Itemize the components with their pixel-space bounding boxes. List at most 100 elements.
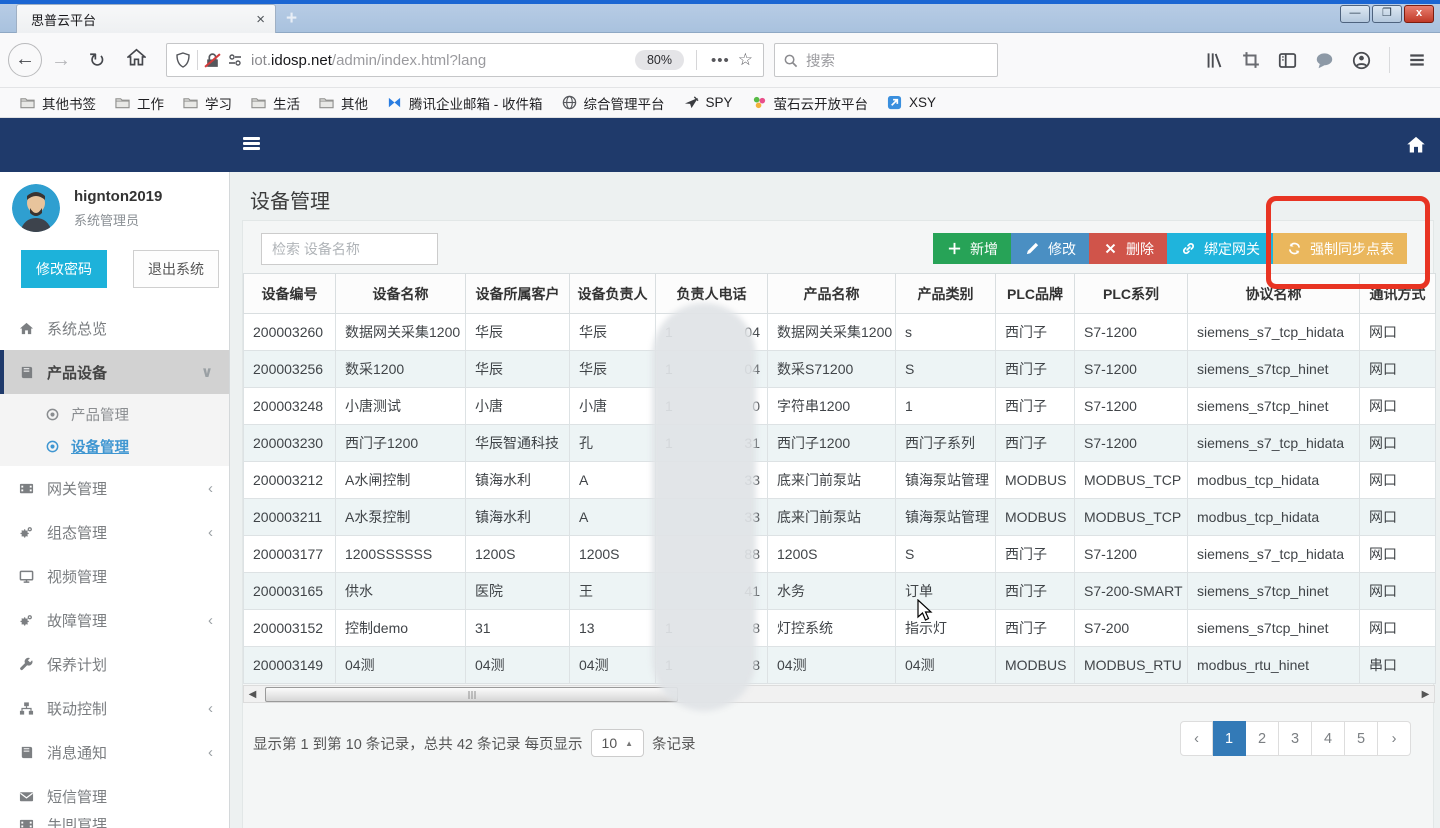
bookmark-item[interactable]: 萤石云开放平台 xyxy=(744,90,876,116)
bookmark-item[interactable]: 工作 xyxy=(107,90,171,116)
pagination-summary-suffix: 条记录 xyxy=(652,733,696,754)
table-cell: siemens_s7tcp_hinet xyxy=(1188,351,1360,388)
table-cell: MODBUS xyxy=(996,647,1075,684)
sidebar-item-label: 网关管理 xyxy=(47,478,107,499)
sidebar-toggle-icon[interactable] xyxy=(243,135,260,152)
table-row[interactable]: 200003256数采1200华辰华辰104数采S71200S西门子S7-120… xyxy=(244,351,1436,388)
messages-icon[interactable] xyxy=(1315,51,1334,70)
新增-button[interactable]: 新增 xyxy=(933,233,1011,264)
url-bar[interactable]: iot.idosp.net/admin/index.html?lang 80% … xyxy=(166,43,764,77)
pager-page-1[interactable]: 1 xyxy=(1213,721,1246,756)
pager-page-4[interactable]: 4 xyxy=(1312,721,1345,756)
scroll-right-arrow-icon[interactable]: ▶ xyxy=(1419,688,1432,701)
browser-home-button[interactable] xyxy=(120,48,152,73)
绑定网关-button[interactable]: 绑定网关 xyxy=(1167,233,1273,264)
sidebar-item-网关管理[interactable]: 网关管理‹ xyxy=(0,466,229,510)
bookmark-item[interactable]: 腾讯企业邮箱 - 收件箱 xyxy=(379,90,550,116)
sidebar-item-组态管理[interactable]: 组态管理‹ xyxy=(0,510,229,554)
gears-icon xyxy=(18,525,35,540)
sidebar-item-故障管理[interactable]: 故障管理‹ xyxy=(0,598,229,642)
window-maximize-button[interactable]: ❐ xyxy=(1372,5,1402,23)
删除-button[interactable]: 删除 xyxy=(1089,233,1167,264)
sidebars-icon[interactable] xyxy=(1278,51,1297,70)
search-icon xyxy=(783,53,798,68)
lock-insecure-icon xyxy=(204,52,221,69)
pager-page-5[interactable]: 5 xyxy=(1345,721,1378,756)
table-row[interactable]: 200003260数据网关采集1200华辰华辰104数据网关采集1200s西门子… xyxy=(244,314,1436,351)
sidebar-subitem-产品管理[interactable]: 产品管理 xyxy=(0,398,229,430)
scroll-left-arrow-icon[interactable]: ◀ xyxy=(246,688,259,701)
window-minimize-button[interactable]: — xyxy=(1340,5,1370,23)
wrench-icon xyxy=(18,657,35,672)
sidebar-item-产品设备[interactable]: 产品设备∨ xyxy=(0,350,229,394)
phone-fragment-left: 1 xyxy=(665,361,673,377)
folder-icon xyxy=(19,95,36,110)
bookmark-item[interactable]: 其他书签 xyxy=(12,90,103,116)
browser-tab[interactable]: 思普云平台 × xyxy=(16,4,276,33)
sidebar-item-车间管理[interactable]: 车间管理 xyxy=(0,818,229,828)
pager-page-3[interactable]: 3 xyxy=(1279,721,1312,756)
horizontal-scrollbar[interactable]: ◀ ▶ xyxy=(243,685,1435,703)
reload-button[interactable]: ↻ xyxy=(82,48,112,73)
sidebar: hignton2019 系统管理员 修改密码 退出系统 系统总览产品设备∨产品管… xyxy=(0,172,230,828)
sidebar-item-消息通知[interactable]: 消息通知‹ xyxy=(0,730,229,774)
sidebar-subitem-设备管理[interactable]: 设备管理 xyxy=(0,430,229,462)
table-cell: 西门子 xyxy=(996,351,1075,388)
bookmark-item[interactable]: 其他 xyxy=(311,90,375,116)
table-cell: 200003211 xyxy=(244,499,336,536)
table-row[interactable]: 200003152控制demo311318灯控系统指示灯西门子S7-200sie… xyxy=(244,610,1436,647)
table-row[interactable]: 20000314904测04测04测1804测04测MODBUSMODBUS_R… xyxy=(244,647,1436,684)
window-close-button[interactable]: x xyxy=(1404,5,1434,23)
page-size-select[interactable]: 10 ▲ xyxy=(591,729,645,757)
sidebar-item-保养计划[interactable]: 保养计划 xyxy=(0,642,229,686)
table-cell: S7-1200 xyxy=(1075,351,1188,388)
url-text: iot.idosp.net/admin/index.html?lang xyxy=(251,52,635,69)
tab-close-icon[interactable]: × xyxy=(256,12,265,27)
table-row[interactable]: 200003248小唐测试小唐小唐10字符串12001西门子S7-1200sie… xyxy=(244,388,1436,425)
table-row[interactable]: 200003230西门子1200华辰智通科技孔131西门子1200西门子系列西门… xyxy=(244,425,1436,462)
table-cell: 04测 xyxy=(570,647,656,684)
screenshot-crop-icon[interactable] xyxy=(1242,51,1260,69)
toolbar-button-label: 修改 xyxy=(1048,239,1076,259)
phone-fragment-right: 31 xyxy=(744,425,760,462)
bookmark-item[interactable]: 学习 xyxy=(175,90,239,116)
phone-fragment-right: 04 xyxy=(744,351,760,388)
bookmark-star-icon[interactable]: ☆ xyxy=(738,50,753,70)
修改-button[interactable]: 修改 xyxy=(1011,233,1089,264)
sidebar-item-视频管理[interactable]: 视频管理 xyxy=(0,554,229,598)
scrollbar-thumb[interactable] xyxy=(265,687,678,702)
sidebar-item-系统总览[interactable]: 系统总览 xyxy=(0,306,229,350)
browser-search-bar[interactable]: 搜索 xyxy=(774,43,998,77)
pagination-summary-prefix: 显示第 1 到第 10 条记录，总共 42 条记录 每页显示 xyxy=(253,733,583,754)
pager-page-2[interactable]: 2 xyxy=(1246,721,1279,756)
library-icon[interactable] xyxy=(1205,51,1224,70)
pager-prev[interactable]: ‹ xyxy=(1180,721,1213,756)
pager-next[interactable]: › xyxy=(1378,721,1411,756)
change-password-button[interactable]: 修改密码 xyxy=(21,250,107,288)
device-search-input[interactable] xyxy=(261,233,438,265)
bookmark-item[interactable]: SPY xyxy=(676,92,740,113)
logout-button[interactable]: 退出系统 xyxy=(133,250,219,288)
cell-phone: 41 xyxy=(656,573,768,610)
sidebar-item-短信管理[interactable]: 短信管理 xyxy=(0,774,229,818)
强制同步点表-button[interactable]: 强制同步点表 xyxy=(1273,233,1407,264)
bookmark-item[interactable]: XSY xyxy=(879,92,943,113)
table-row[interactable]: 2000031771200SSSSSS1200S1200S881200SS西门子… xyxy=(244,536,1436,573)
table-row[interactable]: 200003212A水闸控制镇海水利A33底来门前泵站镇海泵站管理MODBUSM… xyxy=(244,462,1436,499)
table-cell: 底来门前泵站 xyxy=(768,462,896,499)
app-home-icon[interactable] xyxy=(1406,135,1426,160)
page-actions-icon[interactable]: ••• xyxy=(711,52,730,69)
table-cell: siemens_s7_tcp_hidata xyxy=(1188,536,1360,573)
table-row[interactable]: 200003211A水泵控制镇海水利A33底来门前泵站镇海泵站管理MODBUSM… xyxy=(244,499,1436,536)
table-cell: 1200SSSSSS xyxy=(336,536,466,573)
hamburger-menu-icon[interactable] xyxy=(1408,51,1426,69)
new-tab-button[interactable]: + xyxy=(286,8,297,30)
table-row[interactable]: 200003165供水医院王41水务订单西门子S7-200-SMARTsieme… xyxy=(244,573,1436,610)
sidebar-item-联动控制[interactable]: 联动控制‹ xyxy=(0,686,229,730)
bookmark-item[interactable]: 综合管理平台 xyxy=(554,90,672,116)
forward-button[interactable]: → xyxy=(46,49,76,72)
account-icon[interactable] xyxy=(1352,51,1371,70)
page-zoom-indicator[interactable]: 80% xyxy=(635,50,684,70)
back-button[interactable]: ← xyxy=(8,43,42,77)
bookmark-item[interactable]: 生活 xyxy=(243,90,307,116)
